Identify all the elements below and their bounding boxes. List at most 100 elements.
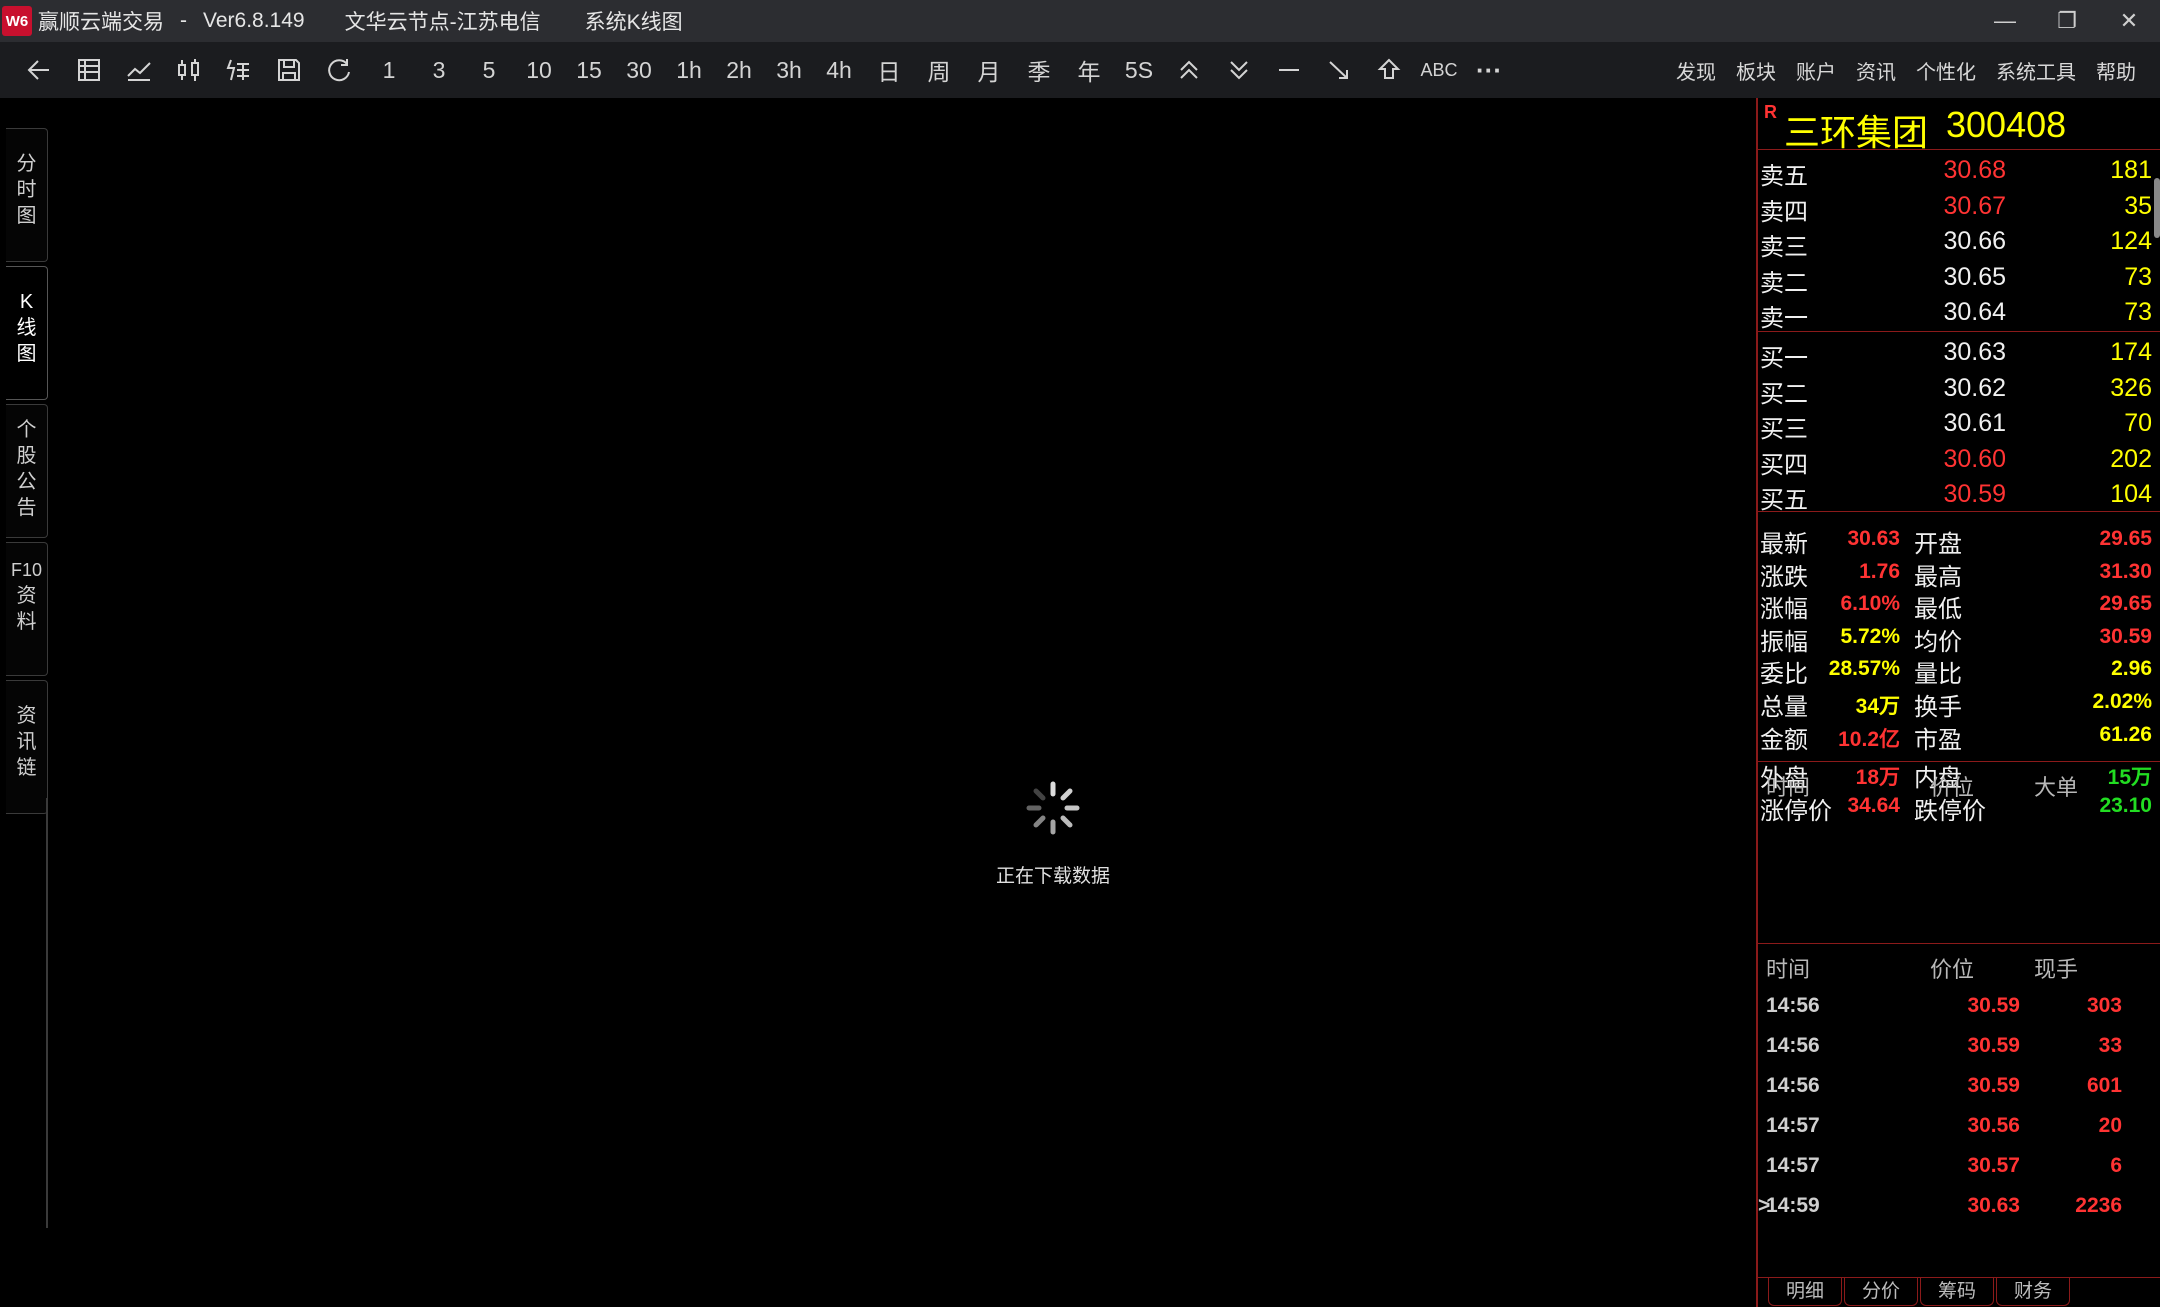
level-price: 30.65 [1943, 262, 2006, 291]
bid-row[interactable]: 买一 30.63 174 [1758, 334, 2160, 372]
stock-code: 300408 [1946, 104, 2067, 145]
tick-time: 14:57 [1766, 1154, 1820, 1177]
period-5s[interactable]: 5S [1114, 48, 1164, 92]
tab-kline-chart[interactable]: K 线 图 [6, 266, 48, 400]
level-price: 30.60 [1943, 444, 2006, 473]
bid-row[interactable]: 买四 30.60 202 [1758, 441, 2160, 479]
period-10min[interactable]: 10 [514, 48, 564, 92]
ask-row[interactable]: 卖一 30.64 73 [1758, 294, 2160, 332]
period-5min[interactable]: 5 [464, 48, 514, 92]
refresh-icon[interactable] [314, 48, 364, 92]
double-chevron-down-icon[interactable] [1214, 48, 1264, 92]
tick-list: 时间 价位 现手 14:56 30.59 303 14:56 30.59 33 14:56 3… [1758, 944, 2160, 1226]
level-volume: 181 [2110, 156, 2152, 184]
level-volume: 124 [2110, 227, 2152, 256]
column-header-time: 时间 [1766, 957, 1811, 982]
tick-time: 14:56 [1766, 1074, 1820, 1097]
double-chevron-up-icon[interactable] [1164, 48, 1214, 92]
ask-row[interactable]: 卖四 30.67 35 [1758, 188, 2160, 226]
tick-row[interactable]: >14:59 30.63 2236 [1758, 1188, 2158, 1228]
bid-row[interactable]: 买二 30.62 326 [1758, 370, 2160, 408]
big-orders-list: 时间 价位 大单 [1758, 762, 2160, 944]
close-button[interactable]: ✕ [2099, 0, 2159, 42]
left-side-tabs: 分 时 图 K 线 图 个 股 公 告 F10 资 料 资 讯 链 [0, 98, 50, 1307]
tab-f10-info[interactable]: F10 资 料 [6, 542, 48, 676]
tab-news-chain[interactable]: 资 讯 链 [6, 680, 48, 814]
quote-panel: R 三环集团 300408 卖五 30.68 181 卖四 30.67 35 卖三 30.66… [1756, 98, 2160, 1307]
period-30min[interactable]: 30 [614, 48, 664, 92]
minimize-button[interactable]: — [1975, 0, 2035, 42]
tick-volume: 303 [2086, 994, 2122, 1017]
column-header-volume: 现手 [2034, 957, 2079, 982]
loading-text: 正在下载数据 [995, 866, 1110, 887]
bid-row[interactable]: 买三 30.61 70 [1758, 405, 2160, 444]
drawing-tool-icon[interactable] [214, 48, 264, 92]
tick-row[interactable]: 14:56 30.59 33 [1758, 1028, 2158, 1068]
tab-price-distribution[interactable]: 分价 [1844, 1278, 1918, 1306]
menu-sectors[interactable]: 板块 [1736, 56, 1776, 85]
tab-stock-announcements[interactable]: 个 股 公 告 [6, 404, 48, 538]
ask-row[interactable]: 卖三 30.66 124 [1758, 223, 2160, 261]
tick-row[interactable]: 14:57 30.56 20 [1758, 1108, 2158, 1148]
period-15min[interactable]: 15 [564, 48, 614, 92]
line-chart-icon[interactable] [114, 48, 164, 92]
menu-news[interactable]: 资讯 [1856, 56, 1896, 85]
period-year[interactable]: 年 [1064, 48, 1114, 92]
level-label: 买四 [1760, 451, 1808, 479]
period-3min[interactable]: 3 [414, 48, 464, 92]
tab-financials[interactable]: 财务 [1996, 1278, 2070, 1306]
stat-value: 29.65 [2099, 592, 2152, 616]
stat-row: 最新 30.63 开盘 29.65 [1758, 522, 2160, 558]
ask-row[interactable]: 卖二 30.65 73 [1758, 259, 2160, 297]
period-week[interactable]: 周 [914, 48, 964, 92]
level-label: 买三 [1760, 416, 1808, 444]
title-bar: W6 赢顺云端交易 - Ver6.8.149 文华云节点-江苏电信 系统K线图 … [0, 0, 2160, 42]
stat-row: 金额 10.2亿 市盈 61.26 [1758, 718, 2160, 754]
back-arrow-icon[interactable] [14, 48, 64, 92]
tick-row[interactable]: 14:57 30.57 6 [1758, 1148, 2158, 1188]
tab-intraday-chart[interactable]: 分 时 图 [6, 128, 48, 262]
stat-row: 振幅 5.72% 均价 30.59 [1758, 620, 2160, 656]
period-month[interactable]: 月 [964, 48, 1014, 92]
period-3h[interactable]: 3h [764, 48, 814, 92]
loading-indicator: 正在下载数据 [993, 780, 1113, 888]
period-quarter[interactable]: 季 [1014, 48, 1064, 92]
stat-row: 涨跌 1.76 最高 31.30 [1758, 555, 2160, 591]
menu-help[interactable]: 帮助 [2096, 56, 2136, 85]
ask-row[interactable]: 卖五 30.68 181 [1758, 152, 2160, 190]
menu-account[interactable]: 账户 [1796, 56, 1836, 85]
stat-value: 30.59 [2099, 624, 2152, 648]
horizontal-line-icon[interactable] [1264, 48, 1314, 92]
menu-system-tools[interactable]: 系统工具 [1996, 56, 2076, 85]
list-view-icon[interactable] [64, 48, 114, 92]
stat-value: 34万 [1855, 694, 1900, 718]
level-price: 30.62 [1943, 373, 2006, 402]
text-tool-button[interactable]: ABC [1414, 48, 1464, 92]
level-volume: 73 [2124, 298, 2152, 327]
left-rail-divider [46, 798, 48, 1228]
tick-price: 30.56 [1967, 1114, 2020, 1137]
column-header-big-order: 大单 [2034, 775, 2079, 800]
period-2h[interactable]: 2h [714, 48, 764, 92]
candlestick-icon[interactable] [164, 48, 214, 92]
trend-line-icon[interactable] [1314, 48, 1364, 92]
bid-row[interactable]: 买五 30.59 104 [1758, 476, 2160, 514]
tick-volume: 601 [2086, 1074, 2122, 1097]
tick-volume: 6 [2110, 1154, 2122, 1177]
tab-chips[interactable]: 筹码 [1920, 1278, 1994, 1306]
period-4h[interactable]: 4h [814, 48, 864, 92]
toolbar: 1 3 5 10 15 30 1h 2h 3h 4h 日 周 月 季 年 5S … [0, 42, 2160, 98]
period-day[interactable]: 日 [864, 48, 914, 92]
menu-discover[interactable]: 发现 [1676, 56, 1716, 85]
up-arrow-icon[interactable] [1364, 48, 1414, 92]
kline-chart-area[interactable]: 正在下载数据 [50, 98, 1756, 1307]
period-1min[interactable]: 1 [364, 48, 414, 92]
tab-detail[interactable]: 明细 [1768, 1278, 1842, 1306]
more-button[interactable]: ··· [1464, 48, 1514, 92]
period-1h[interactable]: 1h [664, 48, 714, 92]
tick-row[interactable]: 14:56 30.59 601 [1758, 1068, 2158, 1108]
menu-personalize[interactable]: 个性化 [1916, 56, 1976, 85]
tick-row[interactable]: 14:56 30.59 303 [1758, 988, 2158, 1028]
save-icon[interactable] [264, 48, 314, 92]
maximize-button[interactable]: ❐ [2037, 0, 2097, 42]
